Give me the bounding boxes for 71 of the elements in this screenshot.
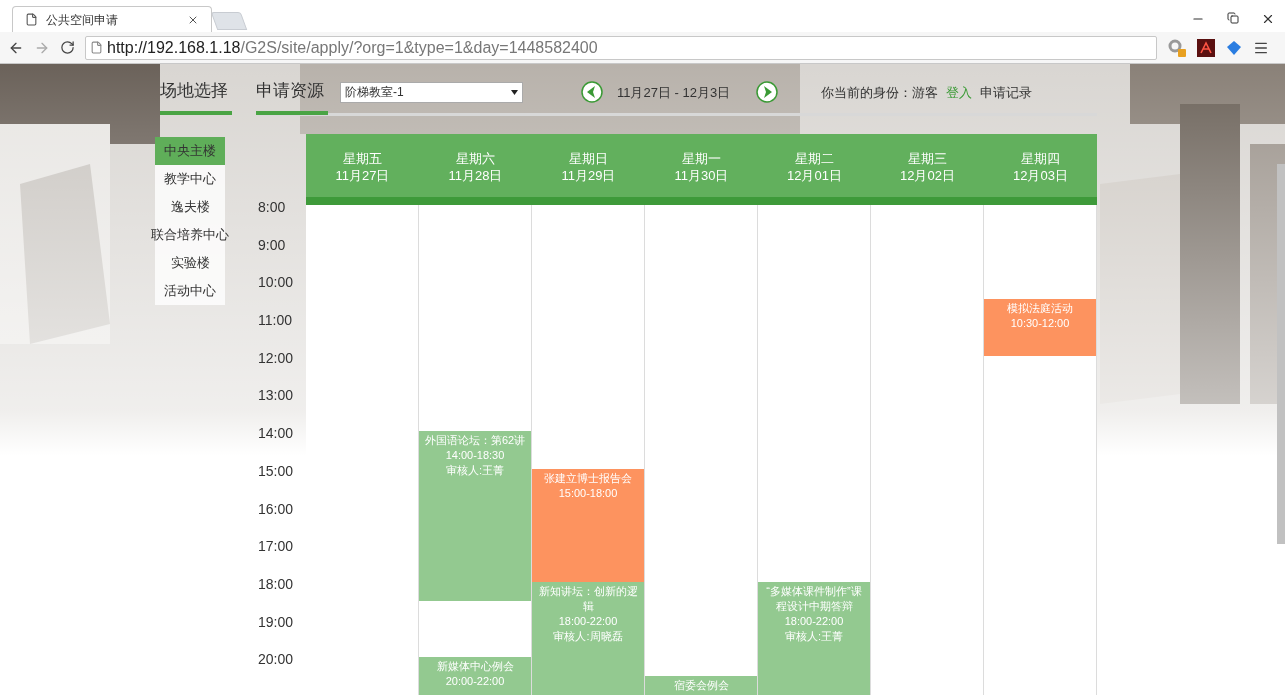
- event-time: 18:00-22:00: [783, 614, 845, 629]
- hour-label: 15:00: [258, 462, 294, 479]
- date-label: 11月27日: [335, 166, 390, 184]
- weekday-label: 星期一: [682, 149, 721, 167]
- date-label: 12月01日: [787, 166, 842, 184]
- event-time: 15:00-18:00: [557, 485, 619, 501]
- next-week-icon[interactable]: [756, 81, 779, 104]
- pdf-icon[interactable]: [1197, 38, 1215, 57]
- hour-label: 20:00: [258, 651, 294, 668]
- identity-text: 你当前的身份：游客: [821, 83, 939, 102]
- hour-label: 11:00: [258, 312, 292, 329]
- nav-tab[interactable]: 申请资源: [256, 78, 328, 115]
- event-title: 宿委会例会: [672, 678, 730, 694]
- page-icon: [90, 41, 103, 54]
- event-time: 14:00-18:30: [444, 448, 506, 464]
- dropdown-caret-icon: [511, 89, 518, 95]
- hour-label: 18:00: [258, 575, 294, 592]
- records-link[interactable]: 申请记录: [980, 82, 1033, 102]
- event-reviewer: 审核人:王菁: [444, 463, 506, 479]
- event-title: 模拟法庭活动: [1006, 301, 1074, 317]
- scrollbar[interactable]: [1277, 164, 1285, 544]
- hour-label: 14:00: [258, 425, 294, 442]
- building-item[interactable]: 逸夫楼: [155, 193, 225, 221]
- date-label: 11月28日: [448, 166, 503, 184]
- date-label: 12月02日: [900, 166, 955, 184]
- event-title: 张建立博士报告会: [543, 470, 633, 486]
- date-label: 11月29日: [561, 166, 616, 184]
- weekday-label: 星期三: [908, 149, 947, 167]
- weekday-label: 星期六: [456, 149, 495, 167]
- page-icon: [25, 13, 38, 26]
- date-label: 12月03日: [1013, 166, 1068, 184]
- event-time: 18:00-22:00: [557, 614, 619, 629]
- resource-select[interactable]: 阶梯教室-1: [340, 81, 523, 103]
- hour-label: 12:00: [258, 349, 294, 366]
- event-time: 10:30-12:00: [1009, 316, 1071, 332]
- event-title: 新知讲坛：创新的逻辑: [537, 584, 639, 614]
- browser-tab[interactable]: 公共空间申请: [12, 6, 212, 32]
- close-icon[interactable]: [1261, 12, 1275, 26]
- hour-label: 13:00: [258, 387, 294, 404]
- event-reviewer: 审核人:王菁: [783, 629, 845, 644]
- event-reviewer: 审核人:周晓磊: [552, 629, 624, 644]
- url-path: /G2S/site/apply/?org=1&type=1&day=1448582400: [240, 37, 598, 58]
- address-field[interactable]: http://192.168.1.18/G2S/site/apply/?org=1&type=1&day=1448582400: [85, 35, 1157, 60]
- restore-icon[interactable]: [1227, 12, 1239, 24]
- event-title: “多媒体课件制作”课程设计中期答辩: [765, 584, 863, 614]
- building-item[interactable]: 教学中心: [155, 165, 225, 193]
- hour-label: 16:00: [258, 500, 294, 517]
- weekday-label: 星期日: [569, 149, 608, 167]
- nav-tab[interactable]: 场地选择: [160, 78, 232, 115]
- url-host: http://192.168.1.18: [107, 37, 241, 58]
- hour-label: 10:00: [258, 274, 294, 291]
- event-time: 20:00-22:00: [444, 674, 506, 690]
- weekday-label: 星期五: [343, 149, 382, 167]
- hour-label: 8:00: [258, 199, 286, 215]
- date-range: 11月27日 - 12月3日: [617, 83, 731, 102]
- previous-week-icon[interactable]: [581, 81, 603, 104]
- diamond-icon[interactable]: [1225, 38, 1243, 57]
- event-title: 外国语论坛：第62讲: [423, 433, 527, 449]
- hour-label: 9:00: [258, 236, 286, 253]
- building-item[interactable]: 中央主楼: [155, 137, 225, 165]
- reload-icon[interactable]: [60, 40, 75, 55]
- event-title: 新媒体中心例会: [435, 659, 515, 675]
- date-label: 11月30日: [674, 166, 729, 184]
- hour-label: 17:00: [258, 538, 294, 555]
- hour-label: 19:00: [258, 613, 294, 630]
- weekday-label: 星期二: [795, 149, 834, 167]
- building-item[interactable]: 实验楼: [155, 249, 225, 277]
- weekday-label: 星期四: [1021, 149, 1060, 167]
- building-item[interactable]: 活动中心: [155, 277, 225, 305]
- tab-title: 公共空间申请: [46, 11, 119, 29]
- key-extension-icon[interactable]: [1167, 37, 1187, 58]
